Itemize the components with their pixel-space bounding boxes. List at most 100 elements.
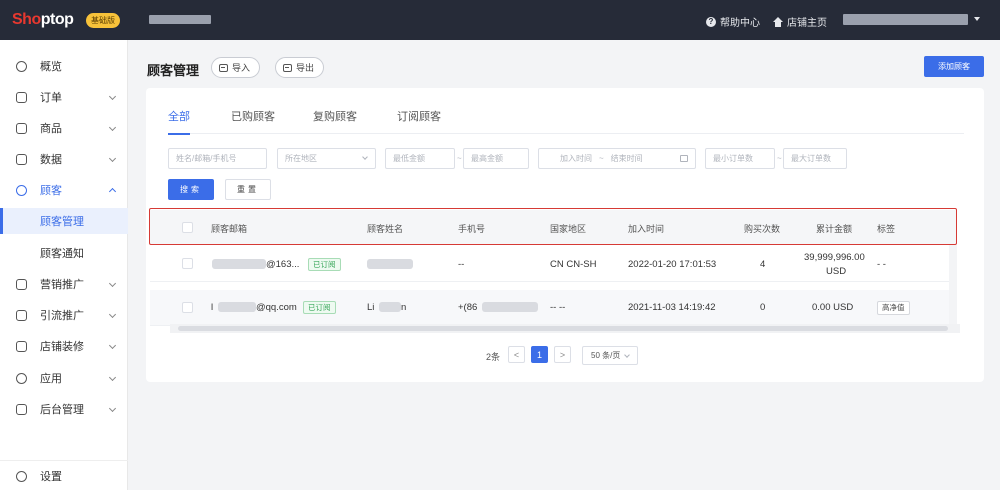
- sidebar-item-label: 订单: [40, 92, 62, 104]
- table-row[interactable]: @163... 已订阅 -- CN CN-SH 2022-01-20 17:01…: [150, 246, 956, 282]
- sidebar: 概览 订单 商品 数据 顾客 顾客管理 顾客通知 营销推广 引流推广 店铺装修 …: [0, 40, 128, 490]
- store-home-link[interactable]: 店铺主页: [773, 14, 827, 29]
- sidebar-subitem-customer-management[interactable]: 顾客管理: [0, 208, 128, 234]
- sidebar-item-products[interactable]: 商品: [0, 114, 128, 142]
- help-center-link[interactable]: ? 帮助中心: [706, 14, 760, 29]
- export-button[interactable]: 导出: [275, 57, 325, 78]
- sidebar-item-store-decoration[interactable]: 店铺装修: [0, 332, 128, 360]
- logo[interactable]: Shoptop: [12, 11, 74, 29]
- chevron-down-icon: [108, 123, 117, 132]
- prev-page-button[interactable]: <: [508, 346, 525, 363]
- chevron-down-icon: [108, 154, 117, 163]
- range-separator: ~: [777, 154, 782, 163]
- traffic-icon: [16, 309, 27, 321]
- pagination-total: 2条: [486, 352, 501, 362]
- highlight-box: [149, 208, 957, 245]
- total-amount: 39,999,996.00: [804, 252, 865, 263]
- email-blurred: [212, 259, 266, 269]
- help-center-label: 帮助中心: [720, 18, 760, 29]
- chevron-down-icon: [108, 404, 117, 413]
- apps-icon: [16, 372, 27, 384]
- page-size-select[interactable]: 50 条/页: [582, 346, 638, 365]
- min-orders-input[interactable]: 最小订单数: [705, 148, 775, 169]
- home-icon: [773, 16, 783, 27]
- scrollbar-thumb[interactable]: [178, 326, 948, 331]
- dashboard-icon: [16, 60, 27, 72]
- table-row[interactable]: l @qq.com 已订阅 Li n +(86 -- -- 2021-11-03…: [150, 290, 956, 326]
- join-time-end: 结束时间: [610, 154, 643, 163]
- phone: +(86: [458, 302, 478, 313]
- join-time: 2021-11-03 14:19:42: [628, 302, 716, 313]
- sidebar-subitem-customer-notifications[interactable]: 顾客通知: [0, 240, 128, 266]
- sidebar-item-orders[interactable]: 订单: [0, 83, 128, 111]
- phone-blurred: [482, 302, 538, 312]
- sidebar-item-admin[interactable]: 后台管理: [0, 395, 128, 423]
- admin-icon: [16, 403, 27, 415]
- purchase-count: 0: [760, 302, 766, 313]
- add-customer-button[interactable]: 添加顾客: [924, 56, 984, 77]
- sidebar-item-label: 店铺装修: [40, 341, 84, 353]
- region: -- --: [550, 302, 566, 313]
- customer-email[interactable]: @163...: [266, 259, 299, 270]
- total-amount-currency: USD: [826, 266, 847, 277]
- customer-name-blurred: [367, 259, 413, 269]
- chevron-down-icon: [624, 352, 630, 358]
- chevron-down-icon: [362, 154, 368, 160]
- sidebar-item-data[interactable]: 数据: [0, 145, 128, 173]
- row-checkbox[interactable]: [182, 258, 193, 269]
- export-label: 导出: [296, 63, 315, 73]
- tab-all[interactable]: 全部: [168, 108, 190, 135]
- import-button[interactable]: 导入: [211, 57, 261, 78]
- max-amount-input[interactable]: 最高金额: [463, 148, 529, 169]
- tab-repurchased[interactable]: 复购顾客: [313, 108, 357, 134]
- region-select[interactable]: 所在地区: [277, 148, 376, 169]
- sidebar-item-marketing[interactable]: 营销推广: [0, 270, 128, 298]
- tab-purchased[interactable]: 已购顾客: [231, 108, 275, 134]
- chevron-up-icon: [108, 187, 117, 196]
- max-orders-input[interactable]: 最大订单数: [783, 148, 847, 169]
- help-icon: ?: [706, 16, 716, 27]
- join-time-start: 加入时间: [560, 154, 592, 163]
- export-icon: [283, 63, 292, 72]
- horizontal-scrollbar[interactable]: [170, 324, 960, 333]
- account-menu-blurred[interactable]: [843, 14, 968, 25]
- email-blurred: [218, 302, 256, 312]
- chevron-down-icon: [108, 373, 117, 382]
- min-amount-input[interactable]: 最低金额: [385, 148, 455, 169]
- chevron-down-icon: [108, 92, 117, 101]
- vertical-scrollbar[interactable]: [949, 245, 957, 325]
- customer-name-blurred: [379, 302, 401, 312]
- sidebar-item-apps[interactable]: 应用: [0, 364, 128, 392]
- sidebar-item-label: 概览: [40, 61, 62, 73]
- next-page-button[interactable]: >: [554, 346, 571, 363]
- range-separator: ~: [599, 154, 604, 163]
- sidebar-footer: 设置: [0, 460, 128, 490]
- sidebar-item-customers[interactable]: 顾客: [0, 176, 128, 204]
- customer-email[interactable]: @qq.com: [256, 302, 297, 313]
- subscribed-badge: 已订阅: [303, 301, 336, 314]
- phone: --: [458, 259, 465, 270]
- store-home-label: 店铺主页: [787, 18, 827, 29]
- top-bar: Shoptop 基础版 ? 帮助中心 店铺主页: [0, 0, 1000, 40]
- decoration-icon: [16, 340, 27, 352]
- search-button[interactable]: 搜索: [168, 179, 214, 200]
- row-checkbox[interactable]: [182, 302, 193, 313]
- import-label: 导入: [232, 63, 251, 73]
- sidebar-item-label: 设置: [40, 471, 62, 483]
- customer-icon: [16, 184, 27, 196]
- page-1-button[interactable]: 1: [531, 346, 548, 363]
- chevron-down-icon[interactable]: [974, 17, 980, 21]
- reset-button[interactable]: 重置: [225, 179, 271, 200]
- logo-text-b: ptop: [40, 11, 74, 28]
- marketing-icon: [16, 278, 27, 290]
- join-time-range-picker[interactable]: 加入时间 ~ 结束时间: [538, 148, 696, 169]
- sidebar-item-settings[interactable]: 设置: [0, 462, 128, 490]
- tab-subscribed[interactable]: 订阅顾客: [397, 108, 441, 134]
- data-icon: [16, 153, 27, 165]
- sidebar-item-label: 营销推广: [40, 279, 84, 291]
- logo-text-a: Sho: [12, 11, 41, 28]
- sidebar-item-overview[interactable]: 概览: [0, 52, 128, 80]
- order-icon: [16, 91, 27, 103]
- name-email-phone-input[interactable]: 姓名/邮箱/手机号: [168, 148, 267, 169]
- sidebar-item-traffic[interactable]: 引流推广: [0, 301, 128, 329]
